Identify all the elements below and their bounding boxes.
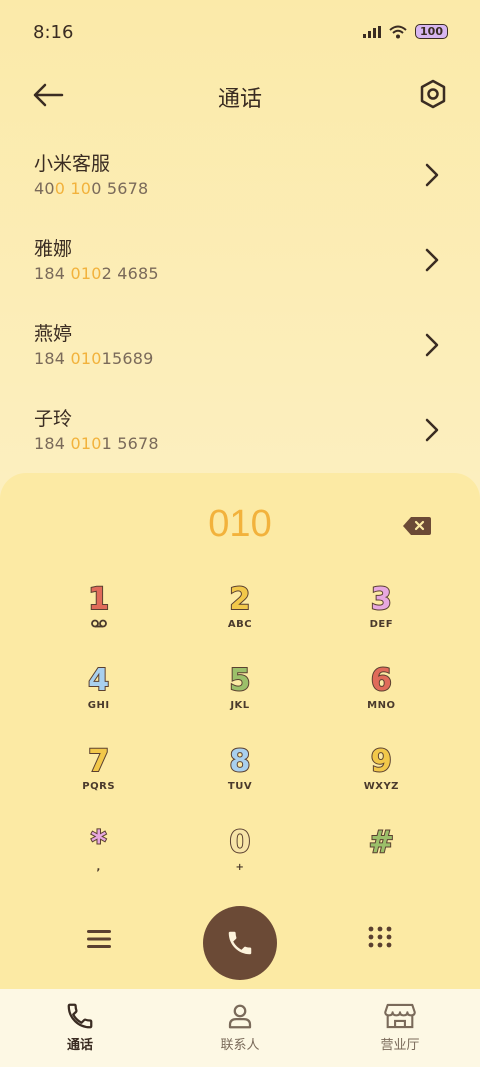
key-5[interactable]: 5 JKL [169,663,310,745]
contact-row[interactable]: 雅娜 184 0102 4685 [0,219,480,304]
tab-contacts[interactable]: 联系人 [160,989,320,1067]
key-letters: MNO [367,700,396,711]
key-star[interactable]: * , [28,825,169,907]
key-7[interactable]: 7 PQRS [28,744,169,826]
keypad: 1 2 ABC 3 DEF 4 GHI 5 JKL 6 MNO 7 PQRS 8… [28,582,452,907]
key-6[interactable]: 6 MNO [311,663,452,745]
settings-hexagon-icon[interactable] [418,78,448,110]
tab-calls[interactable]: 通话 [0,989,160,1067]
phone-icon [228,931,252,955]
key-digit: 7 [87,744,110,780]
wifi-icon [389,25,407,38]
contact-number: 184 0102 4685 [34,264,159,283]
key-digit: # [368,825,395,861]
voicemail-icon [90,619,107,628]
tab-label: 联系人 [220,1038,260,1053]
key-digit: 5 [229,663,252,699]
contact-row[interactable]: 燕婷 184 01015689 [0,304,480,389]
key-digit: 1 [87,582,110,618]
call-button[interactable] [203,906,277,980]
dial-actions [0,905,480,985]
contact-name: 燕婷 [34,323,73,345]
status-icons: 100 [363,24,448,39]
key-1[interactable]: 1 [28,582,169,664]
chevron-right-icon [425,248,439,272]
chevron-right-icon [425,418,439,442]
status-time: 8:16 [33,22,74,43]
contact-number: 184 01015689 [34,349,154,368]
dialpad-grid-icon[interactable] [367,925,393,951]
key-3[interactable]: 3 DEF [311,582,452,664]
key-digit: 3 [370,582,393,618]
menu-icon[interactable] [86,927,112,951]
key-digit: * [90,825,108,861]
key-0[interactable]: 0 + [169,825,310,907]
key-letters: DEF [369,619,394,630]
key-digit: 9 [370,744,393,780]
key-hash[interactable]: # [311,825,452,907]
key-letters: , [96,862,101,873]
backspace-icon[interactable] [402,515,432,537]
key-letters: JKL [230,700,250,711]
status-bar: 8:16 100 [0,0,480,66]
store-icon [384,1003,416,1029]
tab-label: 通话 [66,1038,93,1053]
key-letters: GHI [87,700,110,711]
contact-row[interactable]: 子玲 184 0101 5678 [0,389,480,474]
key-letters: WXYZ [363,781,399,792]
header: 通话 [0,66,480,126]
key-8[interactable]: 8 TUV [169,744,310,826]
key-letters: TUV [227,781,253,792]
contact-name: 雅娜 [34,238,73,260]
key-letters: ABC [227,619,253,630]
key-letters: + [235,862,245,873]
key-digit: 8 [229,744,252,780]
contact-row[interactable]: 小米客服 400 100 5678 [0,134,480,219]
key-4[interactable]: 4 GHI [28,663,169,745]
contact-number: 184 0101 5678 [34,434,159,453]
contact-name: 子玲 [34,408,73,430]
key-9[interactable]: 9 WXYZ [311,744,452,826]
key-digit: 2 [229,582,252,618]
bottom-nav: 通话 联系人 营业厅 [0,989,480,1067]
chevron-right-icon [425,333,439,357]
key-digit: 0 [229,825,252,861]
person-icon [228,1004,252,1029]
chevron-right-icon [425,163,439,187]
tab-label: 营业厅 [380,1038,420,1053]
contact-list: 小米客服 400 100 5678 雅娜 184 0102 4685 燕婷 18… [0,134,480,474]
page-title: 通话 [217,87,262,112]
contact-number: 400 100 5678 [34,179,149,198]
key-2[interactable]: 2 ABC [169,582,310,664]
key-digit: 4 [87,663,110,699]
key-letters: PQRS [82,781,116,792]
tab-store[interactable]: 营业厅 [320,989,480,1067]
phone-icon [67,1003,93,1029]
key-digit: 6 [370,663,393,699]
dialpad-panel: 010 1 2 ABC 3 DEF 4 GHI 5 JKL 6 MNO 7 PQ… [0,473,480,993]
signal-icon [363,25,382,38]
contact-name: 小米客服 [34,153,111,175]
battery-indicator: 100 [415,24,448,39]
